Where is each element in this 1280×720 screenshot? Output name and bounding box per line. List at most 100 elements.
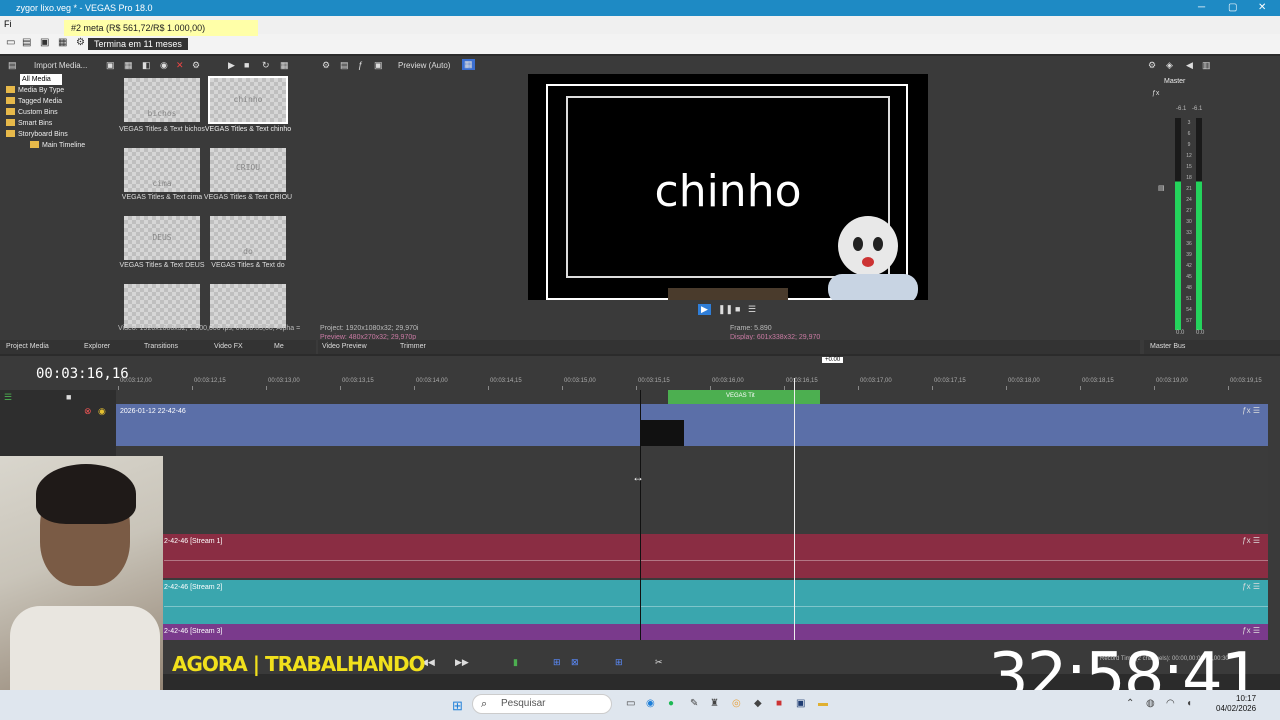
tray-chevron-icon[interactable]: ⌃ <box>1126 698 1134 709</box>
view-icon[interactable]: ▣ <box>106 60 115 71</box>
snap-icon[interactable]: ⊞ <box>553 657 561 668</box>
vegas-icon[interactable]: ▣ <box>796 698 805 709</box>
video-output-fx-icon[interactable]: ⚙ <box>322 60 330 71</box>
tree-item-tagged-media[interactable]: Tagged Media <box>0 96 116 107</box>
tree-item-storyboard-bins[interactable]: Storyboard Bins <box>0 129 116 140</box>
edit-tool-icon[interactable]: ⊞ <box>615 657 623 668</box>
explorer-icon[interactable]: ▬ <box>818 698 828 709</box>
capture-icon[interactable]: ▦ <box>124 60 133 71</box>
new-icon[interactable]: ▭ <box>6 37 15 48</box>
windows-start-icon[interactable]: ⊞ <box>452 698 463 714</box>
settings-icon[interactable]: ⚙ <box>1148 60 1156 71</box>
save-icon[interactable]: ▣ <box>40 37 49 48</box>
tab-video-preview[interactable]: Video Preview <box>322 343 367 350</box>
clip-fx-icon[interactable]: ƒx ☰ <box>1242 626 1260 635</box>
maximize-button[interactable]: ▢ <box>1228 2 1237 13</box>
audio-track-3[interactable]: 2-42-46 [Stream 3] ƒx ☰ <box>116 624 1268 640</box>
tray-app-icon[interactable]: ◍ <box>1146 698 1155 709</box>
import-media-button[interactable]: Import Media... <box>34 61 87 70</box>
tab-project-media[interactable]: Project Media <box>6 343 49 350</box>
split-icon[interactable]: ✂ <box>655 657 663 668</box>
menu-button[interactable]: ☰ <box>748 304 756 315</box>
play-button[interactable]: ▶ <box>698 304 711 315</box>
settings-icon[interactable]: ⚙ <box>76 37 85 48</box>
tree-item-smart-bins[interactable]: Smart Bins <box>0 118 116 129</box>
app-icon[interactable]: ■ <box>776 698 782 709</box>
preview-quality-select[interactable]: Preview (Auto) <box>398 61 450 70</box>
media-thumb[interactable]: do <box>210 216 286 260</box>
overlays-icon[interactable]: ▦ <box>462 59 475 70</box>
wifi-icon[interactable]: ◠ <box>1166 698 1175 709</box>
close-button[interactable]: ✕ <box>1258 2 1266 13</box>
fader-handle[interactable]: ▤ <box>1158 184 1165 192</box>
next-icon[interactable]: ▶▶ <box>455 657 469 668</box>
mute-icon[interactable]: ⊗ <box>84 406 92 417</box>
open-icon[interactable]: ▤ <box>22 37 31 48</box>
split-screen-icon[interactable]: ▣ <box>374 60 383 71</box>
spotify-icon[interactable]: ● <box>668 698 674 709</box>
ripple-icon[interactable]: ⊠ <box>571 657 579 668</box>
import-media-icon[interactable]: ▤ <box>8 60 17 71</box>
tab-explorer[interactable]: Explorer <box>84 343 110 350</box>
clip-fx-icon[interactable]: ƒx ☰ <box>1242 582 1260 591</box>
tab-trimmer[interactable]: Trimmer <box>400 343 426 350</box>
remove-icon[interactable]: ✕ <box>176 60 184 71</box>
clip-fx-icon[interactable]: ƒx ☰ <box>1242 406 1260 415</box>
tab-video-fx[interactable]: Video FX <box>214 343 243 350</box>
loop-icon[interactable]: ↻ <box>262 60 270 71</box>
title-clip[interactable]: VEGAS Tit <box>668 390 820 404</box>
audio-track-2[interactable]: 2-42-46 [Stream 2] ƒx ☰ <box>116 580 1268 624</box>
marker-icon[interactable]: ▮ <box>513 657 518 668</box>
clip-fx-icon[interactable]: ƒx ☰ <box>1242 536 1260 545</box>
tab-master-bus[interactable]: Master Bus <box>1150 343 1185 350</box>
tree-item-media-by-type[interactable]: Media By Type <box>0 85 116 96</box>
tree-item-custom-bins[interactable]: Custom Bins <box>0 107 116 118</box>
fx-track-icon[interactable]: ■ <box>66 392 71 402</box>
task-view-icon[interactable]: ▭ <box>626 698 635 709</box>
fx-icon[interactable]: ƒ <box>358 60 363 70</box>
media-thumb[interactable]: cima <box>124 148 200 192</box>
stop-button[interactable]: ■ <box>735 304 740 314</box>
views-icon[interactable]: ▦ <box>280 60 289 71</box>
play-icon[interactable]: ▶ <box>228 60 235 71</box>
fx-icon[interactable]: ƒx <box>1152 90 1159 97</box>
downmix-icon[interactable]: ◀ <box>1186 60 1193 71</box>
media-thumb[interactable] <box>124 284 200 328</box>
menu-file[interactable]: Fi <box>4 19 12 29</box>
tab-media-generators[interactable]: Me <box>274 343 284 350</box>
replace-icon[interactable]: ◉ <box>160 60 168 71</box>
media-thumb[interactable]: DEUS <box>124 216 200 260</box>
tree-item-all-media[interactable]: All Media <box>20 74 62 85</box>
app-icon[interactable]: ♜ <box>710 698 719 709</box>
mixer-icon[interactable]: ◈ <box>1166 60 1173 71</box>
minimize-button[interactable]: ─ <box>1198 2 1205 13</box>
video-track[interactable]: 2026-01-12 22-42-46 ƒx ☰ <box>116 404 1268 446</box>
properties-icon[interactable]: ▦ <box>58 37 67 48</box>
solo-icon[interactable]: ◉ <box>98 406 106 417</box>
meter-icon[interactable]: ▥ <box>1202 60 1211 71</box>
ruler-tick-label: 00:03:16,15 <box>786 378 818 384</box>
taskbar-search[interactable]: ⌕ Pesquisar <box>472 694 612 714</box>
cursor-marker[interactable]: +0.00 <box>822 357 844 363</box>
system-clock[interactable]: 10:17 04/02/2026 <box>1216 694 1256 714</box>
media-thumb-selected[interactable]: chinho <box>208 76 288 124</box>
playhead[interactable] <box>794 378 795 640</box>
audio-track-1[interactable]: 2-42-46 [Stream 1] ƒx ☰ <box>116 534 1268 578</box>
edge-icon[interactable]: ◉ <box>646 698 655 709</box>
tree-item-main-timeline[interactable]: Main Timeline <box>0 140 116 151</box>
chrome-icon[interactable]: ◎ <box>732 698 741 709</box>
app-icon[interactable]: ✎ <box>690 698 698 709</box>
track-list-icon[interactable]: ☰ <box>4 392 12 403</box>
get-media-icon[interactable]: ◧ <box>142 60 151 71</box>
stop-icon[interactable]: ■ <box>244 60 249 70</box>
external-monitor-icon[interactable]: ▤ <box>340 60 349 71</box>
app-icon[interactable]: ◆ <box>754 698 762 709</box>
media-thumb[interactable]: bichos <box>124 78 200 122</box>
volume-icon[interactable]: ◖ <box>1186 698 1192 709</box>
tab-transitions[interactable]: Transitions <box>144 343 178 350</box>
folder-icon <box>30 141 39 148</box>
pause-button[interactable]: ❚❚ <box>718 304 733 315</box>
media-thumb[interactable] <box>210 284 286 328</box>
media-fx-icon[interactable]: ⚙ <box>192 60 200 71</box>
media-thumb[interactable]: CRIOU <box>210 148 286 192</box>
